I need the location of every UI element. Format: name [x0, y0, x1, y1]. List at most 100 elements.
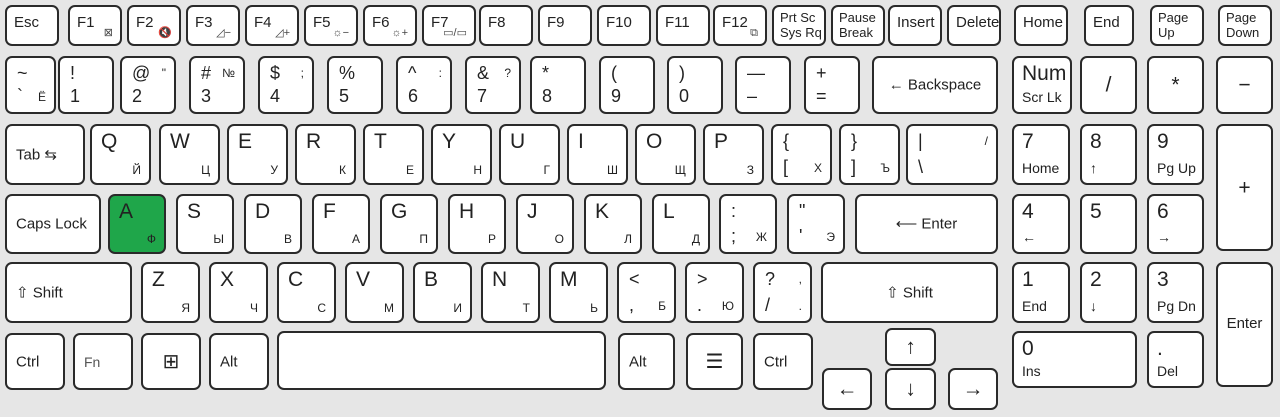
- key-numenter[interactable]: Enter: [1216, 262, 1273, 387]
- key-m[interactable]: MЬ: [549, 262, 608, 323]
- key-d[interactable]: DВ: [244, 194, 302, 254]
- key-space[interactable]: [277, 331, 606, 390]
- key-3[interactable]: # № 3: [189, 56, 245, 114]
- key-tab[interactable]: Tab ⇆: [5, 124, 85, 185]
- key-f3[interactable]: F3 ◿−: [186, 5, 240, 46]
- key-n[interactable]: NТ: [481, 262, 540, 323]
- key-f5[interactable]: F5 ☼−: [304, 5, 358, 46]
- key-num7[interactable]: 7 Home: [1012, 124, 1070, 185]
- key-semicolon[interactable]: :; Ж: [719, 194, 777, 254]
- key-home[interactable]: Home: [1014, 5, 1068, 46]
- key-num2[interactable]: 2 ↓: [1080, 262, 1137, 323]
- key-end[interactable]: End: [1084, 5, 1134, 46]
- key-1[interactable]: ! 1: [58, 56, 114, 114]
- key-down[interactable]: ↓: [885, 368, 936, 410]
- key-v[interactable]: VМ: [345, 262, 404, 323]
- key-f9[interactable]: F9: [538, 5, 592, 46]
- key-f[interactable]: FА: [312, 194, 370, 254]
- key-caps[interactable]: Caps Lock: [5, 194, 101, 254]
- key-tilde[interactable]: ~ ` Ё: [5, 56, 56, 114]
- key-f10[interactable]: F10: [597, 5, 651, 46]
- key-k[interactable]: KЛ: [584, 194, 642, 254]
- key-prtsc[interactable]: Prt Sc Sys Rq: [772, 5, 826, 46]
- key-r[interactable]: RК: [295, 124, 356, 185]
- key-lshift[interactable]: ⇧ Shift: [5, 262, 132, 323]
- key-pagedown[interactable]: Page Down: [1218, 5, 1272, 46]
- key-o[interactable]: OЩ: [635, 124, 696, 185]
- key-nummul[interactable]: *: [1147, 56, 1204, 114]
- key-num9[interactable]: 9 Pg Up: [1147, 124, 1204, 185]
- key-num3[interactable]: 3 Pg Dn: [1147, 262, 1204, 323]
- key-equal[interactable]: + =: [804, 56, 860, 114]
- key-num6[interactable]: 6 →: [1147, 194, 1204, 254]
- key-num5[interactable]: 5: [1080, 194, 1137, 254]
- key-numadd[interactable]: +: [1216, 124, 1273, 251]
- key-f7[interactable]: F7 ▭/▭: [422, 5, 476, 46]
- key-y[interactable]: YН: [431, 124, 492, 185]
- key-backspace[interactable]: ← Backspace: [872, 56, 998, 114]
- key-rbracket[interactable]: }] Ъ: [839, 124, 900, 185]
- key-lbracket[interactable]: {[Х: [771, 124, 832, 185]
- key-fn[interactable]: Fn: [73, 333, 133, 390]
- key-rctrl[interactable]: Ctrl: [753, 333, 813, 390]
- key-right[interactable]: →: [948, 368, 998, 410]
- key-a[interactable]: AФ: [108, 194, 166, 254]
- key-insert[interactable]: Insert: [888, 5, 942, 46]
- key-pause[interactable]: Pause Break: [831, 5, 885, 46]
- key-menu[interactable]: ☰: [686, 333, 743, 390]
- key-left[interactable]: ←: [822, 368, 872, 410]
- key-j[interactable]: JО: [516, 194, 574, 254]
- key-f4[interactable]: F4 ◿+: [245, 5, 299, 46]
- key-rshift[interactable]: ⇧ Shift: [821, 262, 998, 323]
- key-lalt[interactable]: Alt: [209, 333, 269, 390]
- key-h[interactable]: HР: [448, 194, 506, 254]
- key-q[interactable]: QЙ: [90, 124, 151, 185]
- key-period[interactable]: >. Ю: [685, 262, 744, 323]
- key-up[interactable]: ↑: [885, 328, 936, 366]
- key-s[interactable]: SЫ: [176, 194, 234, 254]
- key-ralt[interactable]: Alt: [618, 333, 675, 390]
- key-9[interactable]: (9: [599, 56, 655, 114]
- key-numdel[interactable]: . Del: [1147, 331, 1204, 388]
- key-backslash[interactable]: | / \: [906, 124, 998, 185]
- key-8[interactable]: * 8: [530, 56, 586, 114]
- key-pageup[interactable]: Page Up: [1150, 5, 1204, 46]
- key-comma[interactable]: <, Б: [617, 262, 676, 323]
- key-c[interactable]: CС: [277, 262, 336, 323]
- key-num0[interactable]: 0 Ins: [1012, 331, 1137, 388]
- key-2[interactable]: @ " 2: [120, 56, 176, 114]
- key-l[interactable]: LД: [652, 194, 710, 254]
- key-x[interactable]: XЧ: [209, 262, 268, 323]
- key-f11[interactable]: F11: [656, 5, 710, 46]
- key-quote[interactable]: " ' Э: [787, 194, 845, 254]
- key-i[interactable]: IШ: [567, 124, 628, 185]
- key-4[interactable]: $; 4: [258, 56, 314, 114]
- key-num4[interactable]: 4 ←: [1012, 194, 1070, 254]
- key-num8[interactable]: 8 ↑: [1080, 124, 1137, 185]
- key-5[interactable]: % 5: [327, 56, 383, 114]
- key-f8[interactable]: F8: [479, 5, 533, 46]
- key-num1[interactable]: 1 End: [1012, 262, 1070, 323]
- key-f12[interactable]: F12 ⧉: [713, 5, 767, 46]
- key-p[interactable]: PЗ: [703, 124, 764, 185]
- key-b[interactable]: BИ: [413, 262, 472, 323]
- key-minus[interactable]: — –: [735, 56, 791, 114]
- key-f2[interactable]: F2 🔇: [127, 5, 181, 46]
- key-6[interactable]: ^: 6: [396, 56, 452, 114]
- key-slash[interactable]: ?, /.: [753, 262, 812, 323]
- key-numlk[interactable]: Num Lk Scr Lk: [1012, 56, 1072, 114]
- key-esc[interactable]: Esc: [5, 5, 59, 46]
- key-delete[interactable]: Delete: [947, 5, 1001, 46]
- key-u[interactable]: UГ: [499, 124, 560, 185]
- key-g[interactable]: GП: [380, 194, 438, 254]
- key-7[interactable]: &? 7: [465, 56, 521, 114]
- key-lctrl[interactable]: Ctrl: [5, 333, 65, 390]
- key-0[interactable]: ) 0: [667, 56, 723, 114]
- key-t[interactable]: TЕ: [363, 124, 424, 185]
- key-e[interactable]: EУ: [227, 124, 288, 185]
- key-numdiv[interactable]: /: [1080, 56, 1137, 114]
- key-f6[interactable]: F6 ☼+: [363, 5, 417, 46]
- key-enter[interactable]: ⟵ Enter: [855, 194, 998, 254]
- key-z[interactable]: ZЯ: [141, 262, 200, 323]
- key-w[interactable]: WЦ: [159, 124, 220, 185]
